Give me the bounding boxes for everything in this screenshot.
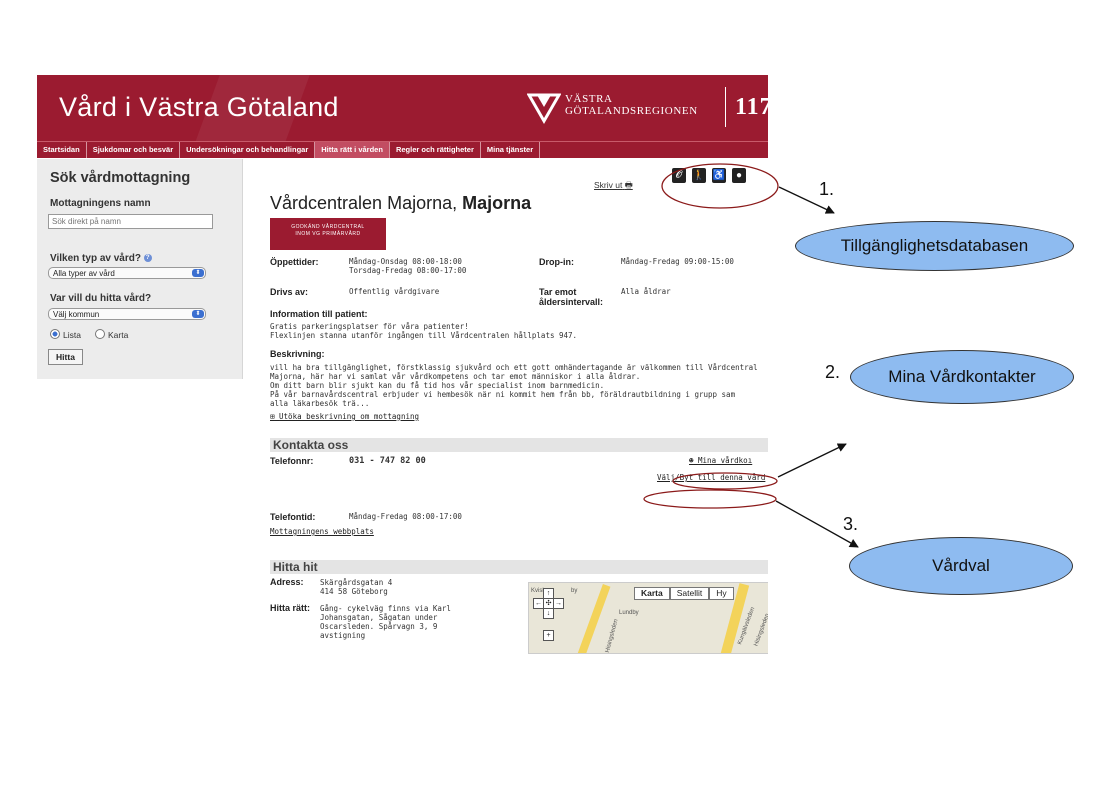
highlight-accessibility — [661, 163, 779, 209]
arrow-2 — [777, 443, 847, 478]
highlight-choose-clinic — [643, 489, 777, 509]
annotation-bubble-mina: Mina Vårdkontakter — [850, 350, 1074, 404]
highlight-my-contacts — [672, 472, 778, 490]
annotation-bubble-vardval: Vårdval — [849, 537, 1073, 595]
annotation-number-3: 3. — [843, 514, 859, 534]
annotation-bubble-tillganglighet: Tillgänglighetsdatabasen — [795, 221, 1074, 271]
annotation-number-2: 2. — [825, 362, 841, 382]
annotation-number-1: 1. — [819, 179, 835, 199]
